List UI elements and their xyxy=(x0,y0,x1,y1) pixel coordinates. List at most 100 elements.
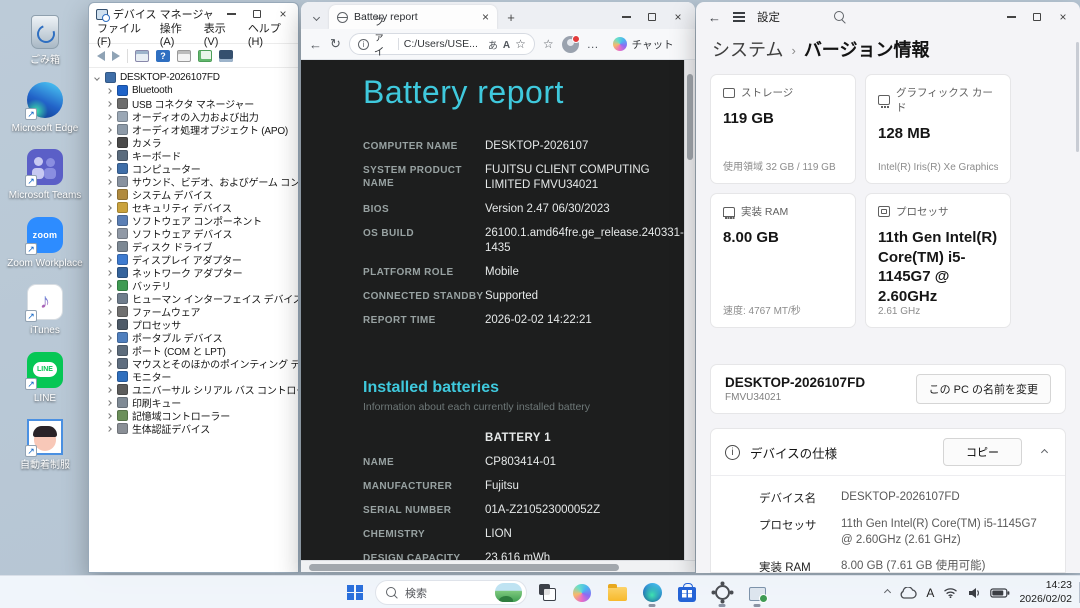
chevron-right-icon[interactable] xyxy=(105,349,113,353)
tree-row[interactable]: ディスク ドライブ xyxy=(93,240,298,253)
vertical-scrollbar[interactable] xyxy=(684,60,695,560)
chevron-right-icon[interactable] xyxy=(105,297,113,301)
chevron-right-icon[interactable] xyxy=(105,89,113,93)
tree-row[interactable]: ポータブル デバイス xyxy=(93,331,298,344)
chevron-right-icon[interactable] xyxy=(105,271,113,275)
back-icon[interactable]: ← xyxy=(309,37,322,52)
back-icon[interactable]: ← xyxy=(708,10,721,25)
speaker-icon[interactable] xyxy=(967,587,981,599)
settings-button[interactable] xyxy=(707,578,737,608)
onedrive-cloud-icon[interactable] xyxy=(899,587,917,599)
tree-row[interactable]: 印刷キュー xyxy=(93,396,298,409)
desktop-icon[interactable]: ↗ LINE xyxy=(6,350,84,405)
settings-scrollbar[interactable] xyxy=(1076,42,1079,152)
forward-icon[interactable] xyxy=(112,51,120,61)
chevron-right-icon[interactable] xyxy=(105,401,113,405)
tree-row[interactable]: 記憶域コントローラー xyxy=(93,409,298,422)
search-icon[interactable] xyxy=(834,11,846,23)
scrollbar-thumb[interactable] xyxy=(687,74,693,160)
microsoft-store-button[interactable] xyxy=(672,578,702,608)
copy-button[interactable]: コピー xyxy=(943,438,1022,466)
tree-row[interactable]: サウンド、ビデオ、およびゲーム コントローラー xyxy=(93,175,298,188)
close-button[interactable]: × xyxy=(665,7,691,27)
chevron-right-icon[interactable] xyxy=(105,284,113,288)
tree-row[interactable]: ソフトウェア コンポーネント xyxy=(93,214,298,227)
chevron-right-icon[interactable] xyxy=(105,310,113,314)
taskbar-search[interactable]: 検索 xyxy=(375,580,527,605)
scan-hardware-icon[interactable] xyxy=(198,50,212,62)
ime-indicator[interactable]: A xyxy=(926,586,934,600)
taskbar-clock[interactable]: 14:23 2026/02/02 xyxy=(1019,579,1072,606)
maximize-button[interactable] xyxy=(1024,7,1050,27)
file-explorer-button[interactable] xyxy=(602,578,632,608)
chevron-right-icon[interactable] xyxy=(105,141,113,145)
chevron-right-icon[interactable] xyxy=(105,206,113,210)
browser-tab[interactable]: Battery report × xyxy=(329,5,497,29)
favorites-hub-icon[interactable]: ☆ xyxy=(543,37,554,51)
tree-row[interactable]: ヒューマン インターフェイス デバイス xyxy=(93,292,298,305)
tree-row[interactable]: ファームウェア xyxy=(93,305,298,318)
tree-row[interactable]: セキュリティ デバイス xyxy=(93,201,298,214)
edge-button[interactable] xyxy=(637,578,667,608)
chevron-right-icon[interactable] xyxy=(105,245,113,249)
tree-row[interactable]: システム デバイス xyxy=(93,188,298,201)
close-button[interactable]: × xyxy=(1050,7,1076,27)
tree-row[interactable]: バッテリ xyxy=(93,279,298,292)
device-manager-button[interactable] xyxy=(742,578,772,608)
start-button[interactable] xyxy=(340,578,370,608)
chevron-right-icon[interactable] xyxy=(105,388,113,392)
desktop-icon[interactable]: ↗ 自動着制服 xyxy=(6,417,84,472)
read-aloud-icon[interactable] xyxy=(503,37,510,51)
tree-row[interactable]: オーディオの入力および出力 xyxy=(93,110,298,123)
chevron-right-icon[interactable] xyxy=(105,154,113,158)
desktop-icon[interactable]: ↗ iTunes xyxy=(6,282,84,337)
horizontal-scrollbar[interactable] xyxy=(301,560,695,572)
desktop-icon[interactable]: ↗ Microsoft Edge xyxy=(6,80,84,135)
chevron-right-icon[interactable] xyxy=(105,115,113,119)
chevron-right-icon[interactable] xyxy=(105,167,113,171)
copilot-chat-button[interactable]: チャット xyxy=(607,35,680,54)
tab-close-icon[interactable]: × xyxy=(482,11,489,23)
chevron-right-icon[interactable] xyxy=(105,414,113,418)
tree-row[interactable]: ソフトウェア デバイス xyxy=(93,227,298,240)
profile-avatar[interactable] xyxy=(562,36,579,53)
chevron-right-icon[interactable] xyxy=(105,180,113,184)
address-bar[interactable]: ファイル C:/Users/USE... ☆ xyxy=(349,33,535,55)
new-tab-button[interactable]: + xyxy=(501,7,521,27)
tree-row[interactable]: USB コネクタ マネージャー xyxy=(93,97,298,110)
tree-row[interactable]: オーディオ処理オブジェクト (APO) xyxy=(93,123,298,136)
minimize-button[interactable] xyxy=(998,7,1024,27)
console-icon[interactable] xyxy=(135,50,149,62)
tree-root-row[interactable]: DESKTOP-2026107FD xyxy=(93,71,298,84)
tree-row[interactable]: コンピューター xyxy=(93,162,298,175)
chevron-right-icon[interactable] xyxy=(105,375,113,379)
tree-row[interactable]: マウスとそのほかのポインティング デバイス xyxy=(93,357,298,370)
desktop-icon[interactable]: ↗ Zoom Workplace xyxy=(6,215,84,270)
wifi-icon[interactable] xyxy=(943,587,958,598)
tree-row[interactable]: 生体認証デバイス xyxy=(93,422,298,435)
hamburger-menu-icon[interactable] xyxy=(733,12,745,22)
computer-mgmt-icon[interactable] xyxy=(219,50,233,62)
tree-row[interactable]: ネットワーク アダプター xyxy=(93,266,298,279)
refresh-icon[interactable]: ↻ xyxy=(330,36,341,52)
favorite-star-icon[interactable]: ☆ xyxy=(515,37,526,51)
tree-row[interactable]: ポート (COM と LPT) xyxy=(93,344,298,357)
copilot-button[interactable] xyxy=(567,578,597,608)
properties-icon[interactable] xyxy=(177,50,191,62)
more-menu-icon[interactable]: … xyxy=(587,37,599,51)
rename-pc-button[interactable]: この PC の名前を変更 xyxy=(916,374,1051,404)
chevron-right-icon[interactable] xyxy=(105,258,113,262)
chevron-up-icon[interactable] xyxy=(1041,448,1048,455)
chevron-right-icon[interactable] xyxy=(105,427,113,431)
tree-row[interactable]: キーボード xyxy=(93,149,298,162)
chevron-right-icon[interactable] xyxy=(105,102,113,106)
search-highlight-image[interactable] xyxy=(495,583,522,602)
chevron-right-icon[interactable] xyxy=(105,336,113,340)
tree-row[interactable]: カメラ xyxy=(93,136,298,149)
chevron-right-icon[interactable] xyxy=(105,232,113,236)
chevron-down-icon[interactable] xyxy=(93,76,101,80)
chevron-right-icon[interactable] xyxy=(105,219,113,223)
device-spec-header[interactable]: デバイスの仕様 コピー xyxy=(711,429,1065,476)
tree-row[interactable]: Bluetooth xyxy=(93,84,298,97)
scrollbar-thumb[interactable] xyxy=(309,564,619,571)
